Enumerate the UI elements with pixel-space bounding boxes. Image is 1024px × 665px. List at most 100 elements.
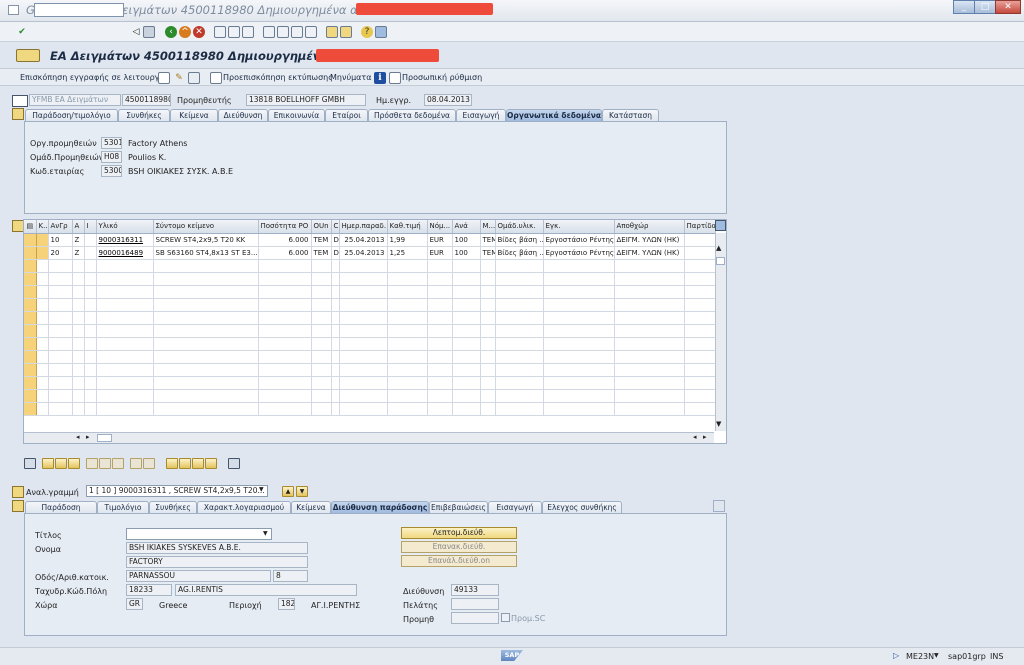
col-price-unit[interactable]: Μ... bbox=[480, 220, 496, 234]
table-row[interactable] bbox=[24, 350, 716, 364]
print-table-icon[interactable] bbox=[228, 458, 240, 469]
table-row[interactable] bbox=[24, 311, 716, 325]
tab-item-invoice[interactable]: Τιμολόγιο bbox=[97, 501, 149, 513]
table-row[interactable] bbox=[24, 324, 716, 338]
sort-asc-icon[interactable] bbox=[166, 458, 178, 469]
table-row[interactable] bbox=[24, 376, 716, 390]
row-selector[interactable] bbox=[24, 402, 37, 416]
row-selector[interactable] bbox=[24, 272, 37, 286]
name2-field[interactable]: FACTORY bbox=[126, 556, 308, 568]
command-field[interactable] bbox=[34, 3, 124, 17]
select-all-button[interactable] bbox=[42, 458, 54, 469]
table-row[interactable] bbox=[24, 389, 716, 403]
personal-settings-button[interactable]: Προσωπική ρύθμιση bbox=[402, 73, 482, 82]
next-item-button[interactable]: ▼ bbox=[296, 486, 308, 497]
col-short-text[interactable]: Σύντομο κείμενο bbox=[153, 220, 259, 234]
table-row[interactable]: 10 Z 9000316311 SCREW ST4,2x9,5 T20 KK 6.000… bbox=[24, 233, 716, 247]
col-material[interactable]: Υλικό bbox=[96, 220, 154, 234]
new-session-icon[interactable] bbox=[326, 26, 338, 38]
col-date-cat[interactable]: C bbox=[331, 220, 340, 234]
col-currency[interactable]: Νόμ... bbox=[427, 220, 453, 234]
item-detail-collapse-icon[interactable] bbox=[12, 486, 24, 498]
filter-icon[interactable] bbox=[192, 458, 204, 469]
reset-address-button[interactable]: Επανακ.διεύθ. bbox=[401, 541, 517, 553]
maximize-button[interactable]: □ bbox=[974, 0, 996, 14]
item-line-dropdown-icon[interactable]: ▼ bbox=[259, 486, 264, 493]
col-item[interactable]: ΑνΓρ bbox=[48, 220, 73, 234]
personal-settings-icon[interactable] bbox=[389, 72, 401, 84]
country-code-field[interactable]: GR bbox=[126, 598, 143, 610]
select-all-icon[interactable]: ▤ bbox=[24, 220, 37, 234]
col-order-unit[interactable]: OUn bbox=[311, 220, 332, 234]
col-item-cat[interactable]: Ι bbox=[84, 220, 97, 234]
doc-overview-button[interactable]: Επισκόπηση εγγραφής σε λειτουργία bbox=[20, 73, 167, 82]
create-doc-icon[interactable] bbox=[158, 72, 170, 84]
exit-icon[interactable]: ^ bbox=[179, 26, 191, 38]
shortcut-icon[interactable] bbox=[340, 26, 352, 38]
header-collapse-icon[interactable] bbox=[12, 108, 24, 120]
document-number-field[interactable]: 4500118980 bbox=[122, 94, 171, 106]
vendor-field[interactable]: 13818 BOELLHOFF GMBH bbox=[246, 94, 366, 106]
tab-status[interactable]: Κατάσταση bbox=[602, 109, 659, 121]
row-selector[interactable] bbox=[24, 298, 37, 312]
row-selector[interactable] bbox=[24, 376, 37, 390]
item-line-select[interactable]: 1 [ 10 ] 9000316311 , SCREW ST4,2x9,5 T2… bbox=[86, 485, 268, 497]
deselect-all-button[interactable] bbox=[68, 458, 80, 469]
table-row[interactable] bbox=[24, 259, 716, 273]
sort-desc-icon[interactable] bbox=[179, 458, 191, 469]
prev-page-icon[interactable] bbox=[277, 26, 289, 38]
status-toggle-icon[interactable]: ▷ bbox=[893, 651, 899, 660]
col-storage-loc[interactable]: Αποθχώρ bbox=[614, 220, 685, 234]
scroll-far-right-icon[interactable]: ▸ bbox=[703, 433, 707, 441]
tab-org-data[interactable]: Οργανωτικά δεδομένα bbox=[506, 109, 602, 121]
col-status[interactable]: Κ.. bbox=[36, 220, 49, 234]
tab-partners[interactable]: Εταίροι bbox=[325, 109, 368, 121]
enter-icon[interactable]: ✔ bbox=[16, 26, 28, 38]
table-row[interactable] bbox=[24, 298, 716, 312]
row-selector[interactable] bbox=[24, 285, 37, 299]
col-batch[interactable]: Παρτίδα bbox=[684, 220, 716, 234]
street-field[interactable]: PARNASSOU bbox=[126, 570, 271, 582]
display-change-icon[interactable] bbox=[188, 72, 200, 84]
find-icon[interactable] bbox=[228, 26, 240, 38]
help-icon[interactable]: ? bbox=[361, 26, 373, 38]
title-select[interactable] bbox=[126, 528, 272, 540]
items-horizontal-scrollbar[interactable] bbox=[24, 432, 714, 443]
table-row[interactable]: 20 Z 9000016489 SB S63160 ST4,8x13 ST E3...… bbox=[24, 246, 716, 260]
col-plant[interactable]: Εγκ. bbox=[543, 220, 615, 234]
print-preview-button[interactable]: Προεπισκόπηση εκτύπωσης bbox=[223, 73, 333, 82]
col-delivery-date[interactable]: Ημερ.παραδ. bbox=[339, 220, 388, 234]
find-next-icon[interactable] bbox=[242, 26, 254, 38]
item-tabs-left-icon[interactable] bbox=[12, 500, 24, 512]
sc-vendor-checkbox[interactable] bbox=[501, 613, 510, 622]
delete-icon[interactable] bbox=[86, 458, 98, 469]
tab-item-delivery[interactable]: Παράδοση bbox=[25, 501, 97, 513]
region-code-field[interactable]: 182 bbox=[278, 598, 295, 610]
scroll-up-icon[interactable]: ▲ bbox=[716, 244, 721, 252]
row-selector[interactable] bbox=[24, 350, 37, 364]
scroll-thumb[interactable] bbox=[716, 257, 725, 265]
info-icon[interactable]: i bbox=[374, 72, 386, 84]
tab-additional-data[interactable]: Πρόσθετα δεδομένα bbox=[368, 109, 456, 121]
tab-item-texts[interactable]: Κείμενα bbox=[291, 501, 331, 513]
tab-item-import[interactable]: Εισαγωγή bbox=[488, 501, 542, 513]
tab-communication[interactable]: Επικοινωνία bbox=[268, 109, 325, 121]
save-icon[interactable] bbox=[143, 26, 155, 38]
col-acc-assign[interactable]: Α bbox=[72, 220, 85, 234]
row-selector[interactable] bbox=[24, 233, 37, 247]
house-number-field[interactable]: 8 bbox=[273, 570, 308, 582]
purch-group-code[interactable]: H08 bbox=[101, 151, 122, 163]
row-selector[interactable] bbox=[24, 246, 37, 260]
row-selector[interactable] bbox=[24, 324, 37, 338]
messages-button[interactable]: Μηνύματα bbox=[330, 73, 372, 82]
tab-item-conditions[interactable]: Συνθήκες bbox=[149, 501, 197, 513]
row-selector[interactable] bbox=[24, 389, 37, 403]
table-row[interactable] bbox=[24, 285, 716, 299]
tab-item-acc-assignment[interactable]: Χαρακτ.λογαριασμού bbox=[197, 501, 291, 513]
scroll-down-icon[interactable]: ▼ bbox=[716, 420, 721, 428]
select-block-button[interactable] bbox=[55, 458, 67, 469]
tab-address[interactable]: Διεύθυνση bbox=[218, 109, 268, 121]
purch-org-code[interactable]: 5301 bbox=[101, 137, 122, 149]
hscroll-thumb[interactable] bbox=[97, 434, 112, 442]
company-code-field[interactable]: 5300 bbox=[101, 165, 122, 177]
